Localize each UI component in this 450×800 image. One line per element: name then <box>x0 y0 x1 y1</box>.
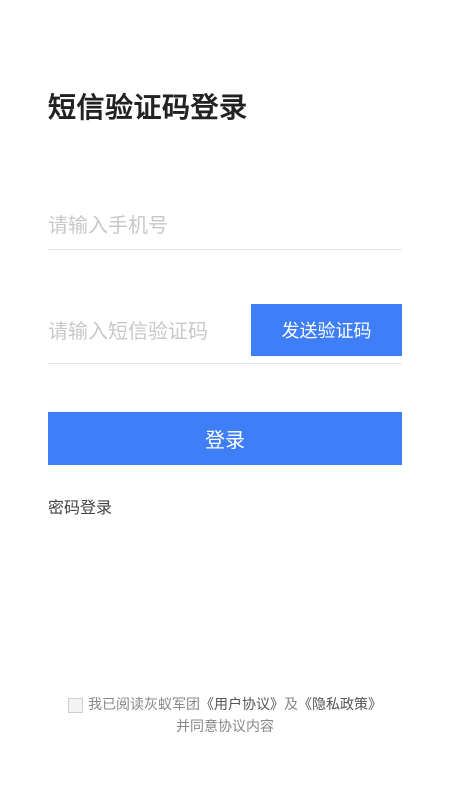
login-button[interactable]: 登录 <box>48 412 402 465</box>
user-agreement-link[interactable]: 《用户协议》 <box>200 694 284 716</box>
agreement-suffix: 并同意协议内容 <box>176 719 274 735</box>
agreement-prefix: 我已阅读灰蚁军团 <box>88 697 200 713</box>
privacy-policy-link[interactable]: 《隐私政策》 <box>298 694 382 716</box>
agreement-line: 我已阅读灰蚁军团 《用户协议》 及 《隐私政策》 <box>0 694 450 716</box>
agreement-notice: 我已阅读灰蚁军团 《用户协议》 及 《隐私政策》 并同意协议内容 <box>0 694 450 738</box>
login-screen: 短信验证码登录 发送验证码 登录 密码登录 我已阅读灰蚁军团 《用户协议》 及 … <box>0 0 450 800</box>
page-title: 短信验证码登录 <box>48 91 248 124</box>
agreement-conjunction: 及 <box>284 697 298 713</box>
agree-checkbox[interactable] <box>68 697 83 713</box>
password-login-link[interactable]: 密码登录 <box>48 494 112 518</box>
sms-code-input[interactable] <box>48 316 243 346</box>
code-field-row: 发送验证码 <box>48 304 402 364</box>
phone-input[interactable] <box>48 210 402 240</box>
send-code-button[interactable]: 发送验证码 <box>251 304 402 356</box>
phone-field-row <box>48 198 402 250</box>
